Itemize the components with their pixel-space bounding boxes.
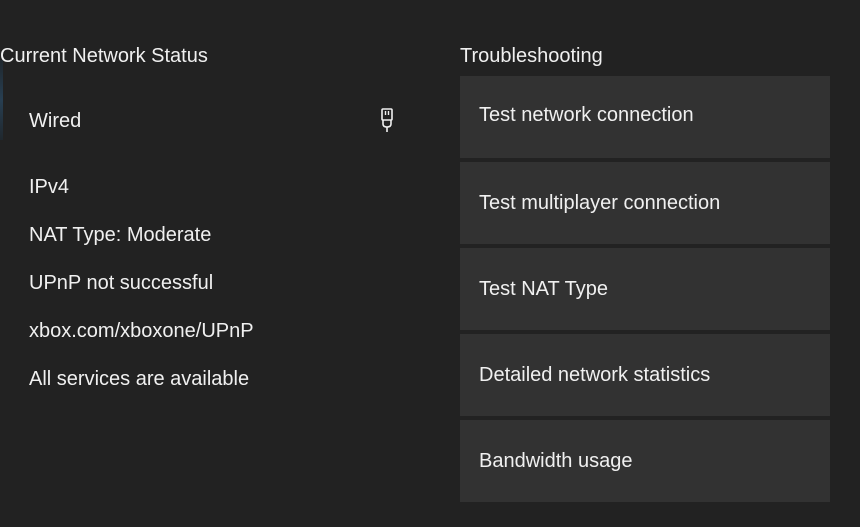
- edge-accent: [0, 60, 3, 140]
- test-multiplayer-connection-label: Test multiplayer connection: [479, 192, 721, 214]
- network-settings-screen: Current Network Status Troubleshooting W…: [0, 0, 860, 527]
- upnp-help-url-text: xbox.com/xboxone/UPnP: [29, 320, 254, 342]
- connection-type-row: Wired: [29, 96, 399, 146]
- network-status-panel: Wired IPv4 NAT Type: Moderate UPnP not s…: [29, 0, 409, 527]
- test-nat-type-button[interactable]: Test NAT Type: [460, 248, 830, 330]
- nat-type-text: NAT Type: Moderate: [29, 224, 212, 246]
- troubleshooting-title: Troubleshooting: [460, 45, 603, 67]
- ethernet-plug-icon: [381, 108, 393, 132]
- detailed-network-statistics-label: Detailed network statistics: [479, 364, 711, 386]
- test-network-connection-label: Test network connection: [479, 104, 694, 126]
- test-nat-type-label: Test NAT Type: [479, 278, 608, 300]
- services-status-text: All services are available: [29, 368, 250, 390]
- upnp-status-text: UPnP not successful: [29, 272, 214, 294]
- connection-type-label: Wired: [29, 110, 82, 132]
- ip-version-text: IPv4: [29, 176, 70, 198]
- bandwidth-usage-label: Bandwidth usage: [479, 450, 633, 472]
- bandwidth-usage-button[interactable]: Bandwidth usage: [460, 420, 830, 502]
- test-multiplayer-connection-button[interactable]: Test multiplayer connection: [460, 162, 830, 244]
- detailed-network-statistics-button[interactable]: Detailed network statistics: [460, 334, 830, 416]
- test-network-connection-button[interactable]: Test network connection: [460, 76, 830, 158]
